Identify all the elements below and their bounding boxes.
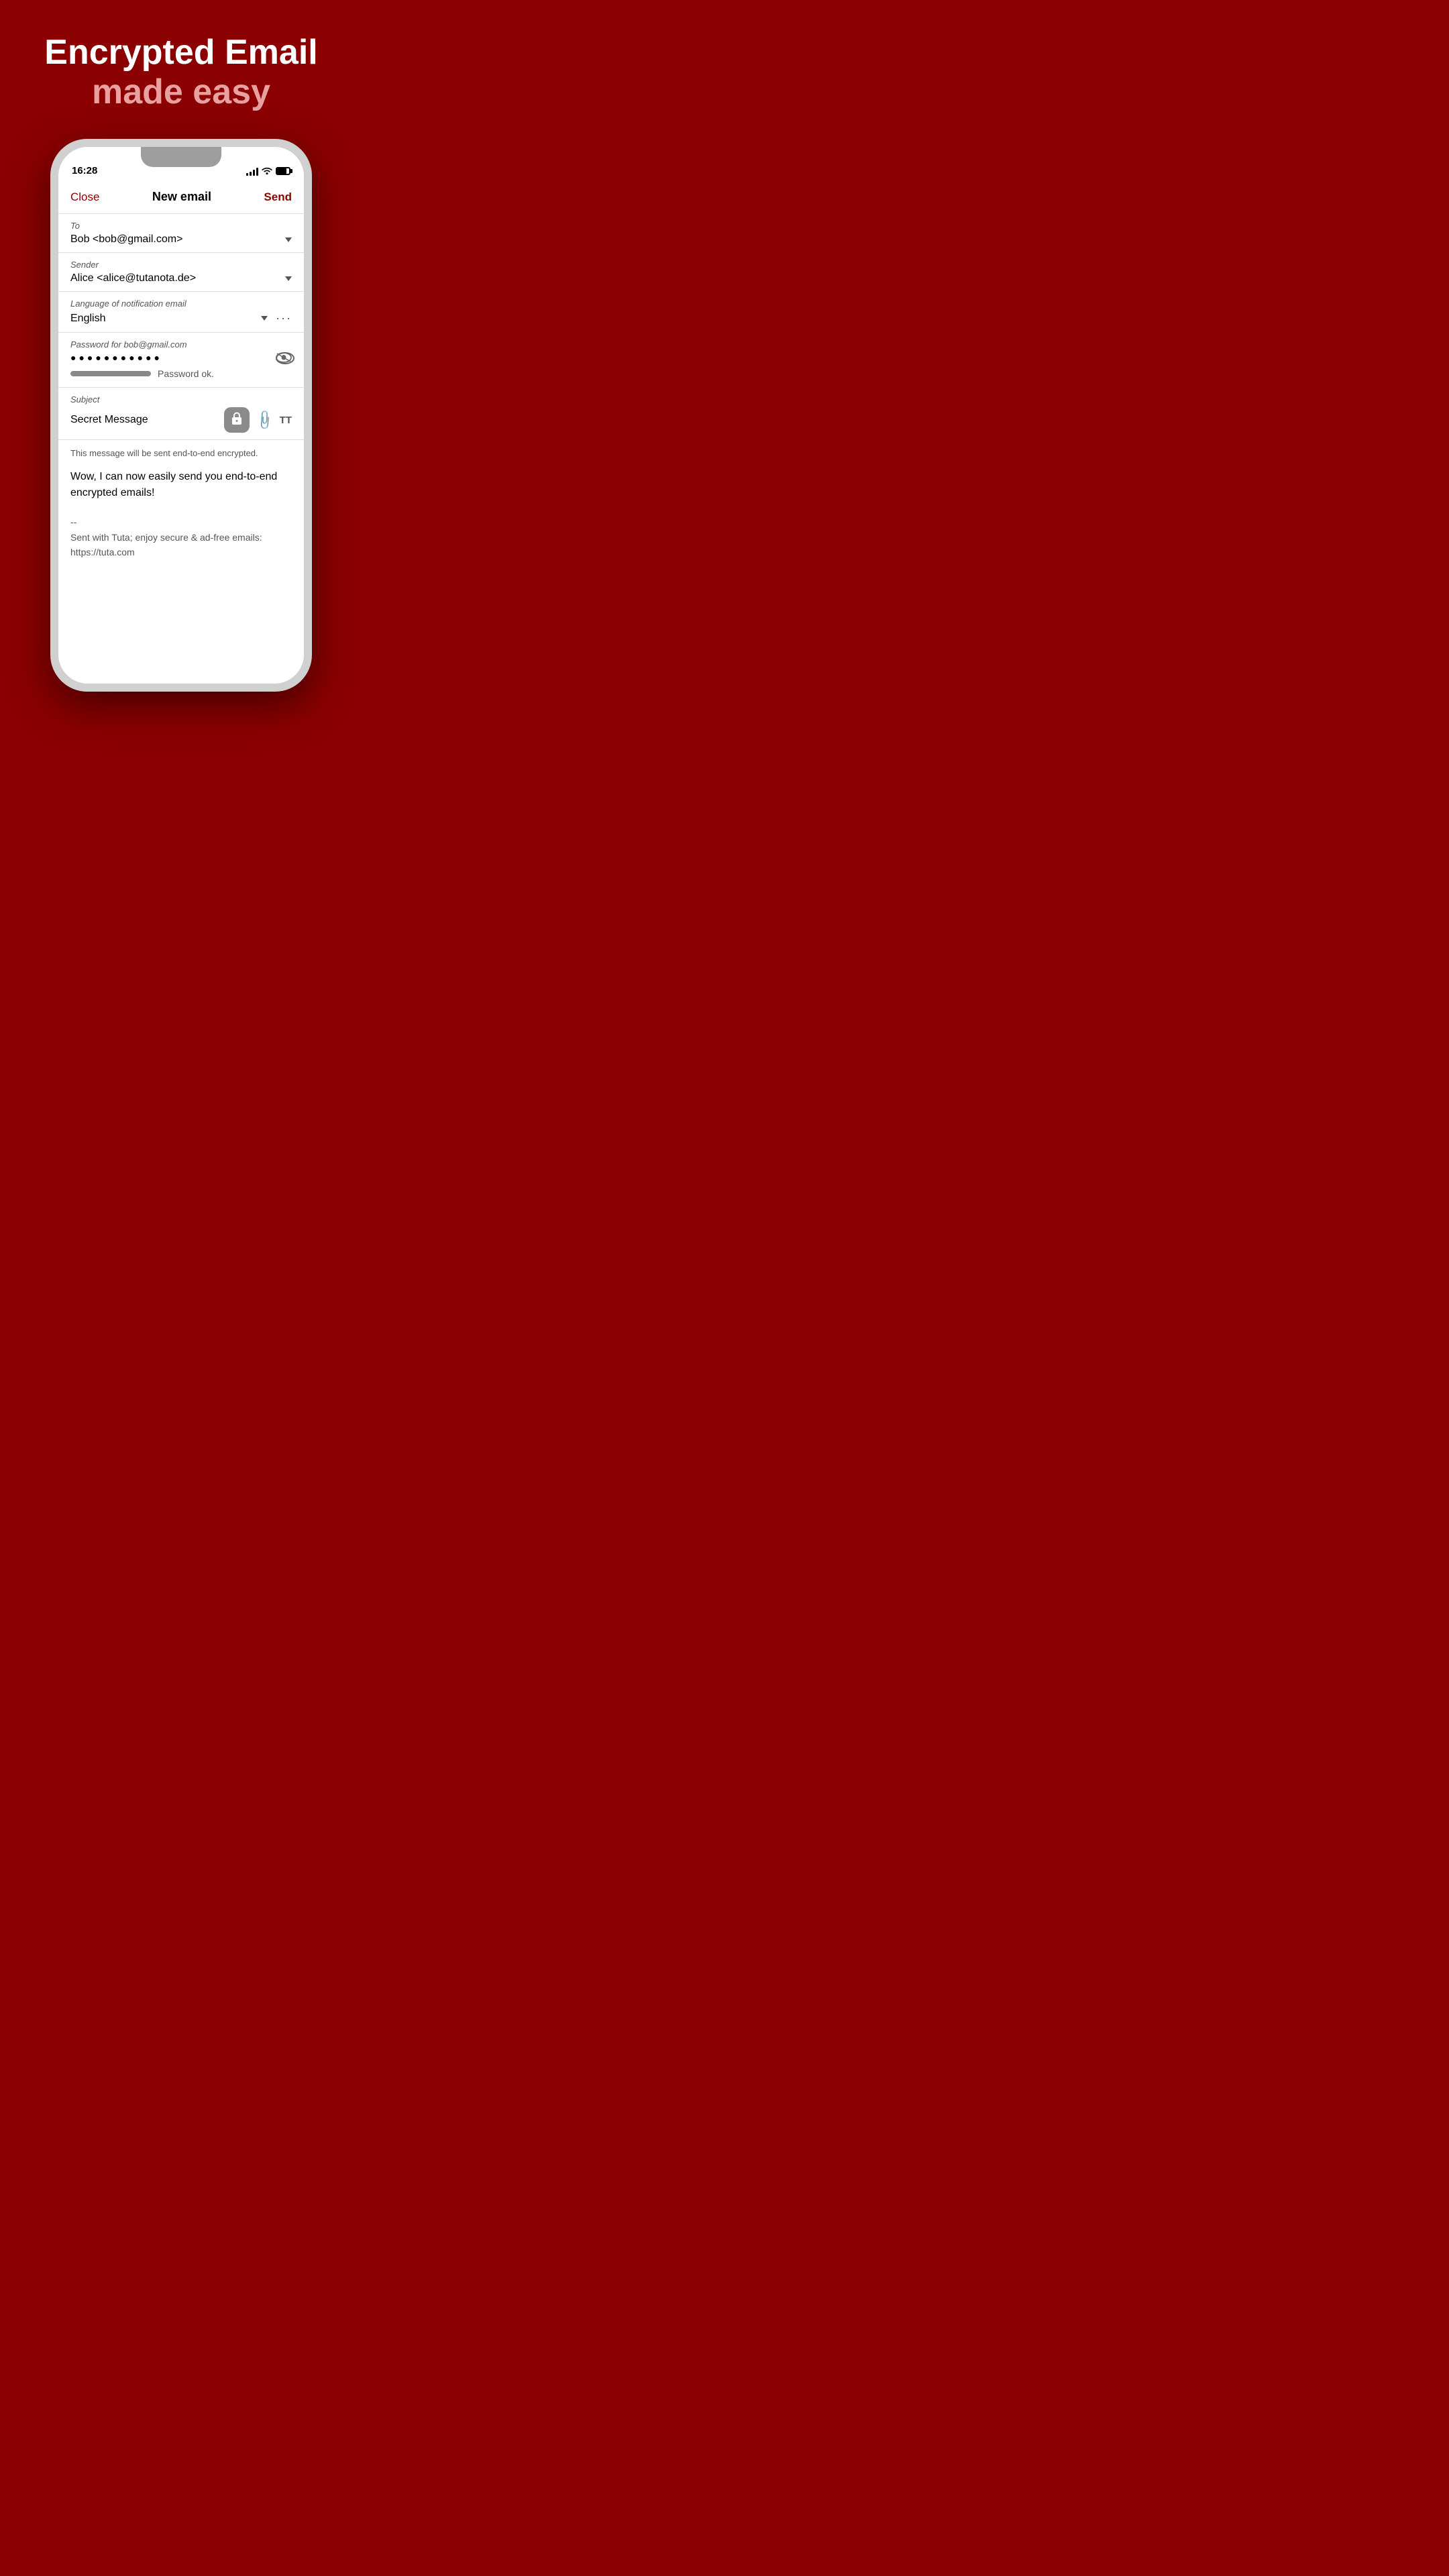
battery-icon xyxy=(276,167,290,175)
subject-label: Subject xyxy=(70,394,292,405)
hero-title: Encrypted Email made easy xyxy=(44,34,317,112)
phone-frame: 16:28 xyxy=(50,139,312,692)
password-strength-bar xyxy=(70,371,151,376)
language-label: Language of notification email xyxy=(70,299,292,309)
text-size-icon[interactable]: TT xyxy=(280,415,292,426)
to-value[interactable]: Bob <bob@gmail.com> xyxy=(70,233,280,246)
language-field-section: Language of notification email English ·… xyxy=(58,292,304,333)
screen-title: New email xyxy=(152,190,211,204)
language-chevron-icon[interactable] xyxy=(261,316,268,321)
subject-value[interactable]: Secret Message xyxy=(70,414,219,426)
send-button[interactable]: Send xyxy=(264,191,292,204)
to-label: To xyxy=(70,221,292,231)
to-chevron-icon[interactable] xyxy=(285,237,292,242)
subject-field-section: Subject Secret Message xyxy=(58,388,304,440)
email-signature: --Sent with Tuta; enjoy secure & ad-free… xyxy=(70,515,292,559)
wifi-icon xyxy=(262,166,272,176)
hero-section: Encrypted Email made easy xyxy=(17,0,344,132)
language-value[interactable]: English xyxy=(70,313,256,325)
phone-mockup: 16:28 xyxy=(0,139,362,692)
status-icons xyxy=(246,166,290,176)
close-button[interactable]: Close xyxy=(70,191,99,204)
nav-bar: Close New email Send xyxy=(58,180,304,214)
email-body-content[interactable]: Wow, I can now easily send you end-to-en… xyxy=(70,469,292,501)
password-strength-row: Password ok. xyxy=(70,368,292,379)
attachment-icon[interactable]: 📎 xyxy=(253,409,276,432)
signal-icon xyxy=(246,166,258,176)
lock-icon xyxy=(231,412,243,429)
encryption-notice: This message will be sent end-to-end enc… xyxy=(70,448,292,458)
status-bar: 16:28 xyxy=(58,147,304,180)
password-field-section: Password for bob@gmail.com ●●●●●●●●●●● xyxy=(58,333,304,388)
notch xyxy=(141,147,221,167)
subject-toolbar: 📎 TT xyxy=(224,407,292,433)
sender-chevron-icon[interactable] xyxy=(285,276,292,281)
more-options-icon[interactable]: ··· xyxy=(276,311,292,325)
password-label: Password for bob@gmail.com xyxy=(70,339,292,350)
email-compose-screen: Close New email Send To Bob <bob@gmail.c… xyxy=(58,180,304,684)
language-actions: ··· xyxy=(256,311,292,325)
phone-screen: 16:28 xyxy=(58,147,304,684)
sender-value[interactable]: Alice <alice@tutanota.de> xyxy=(70,272,280,284)
encryption-lock-button[interactable] xyxy=(224,407,250,433)
sender-field-section: Sender Alice <alice@tutanota.de> xyxy=(58,253,304,292)
to-field-section: To Bob <bob@gmail.com> xyxy=(58,214,304,253)
sender-label: Sender xyxy=(70,260,292,270)
password-status: Password ok. xyxy=(158,368,214,379)
password-value[interactable]: ●●●●●●●●●●● xyxy=(70,352,276,363)
show-password-icon[interactable] xyxy=(276,352,292,363)
status-time: 16:28 xyxy=(72,165,97,176)
email-body-section: This message will be sent end-to-end enc… xyxy=(58,440,304,568)
